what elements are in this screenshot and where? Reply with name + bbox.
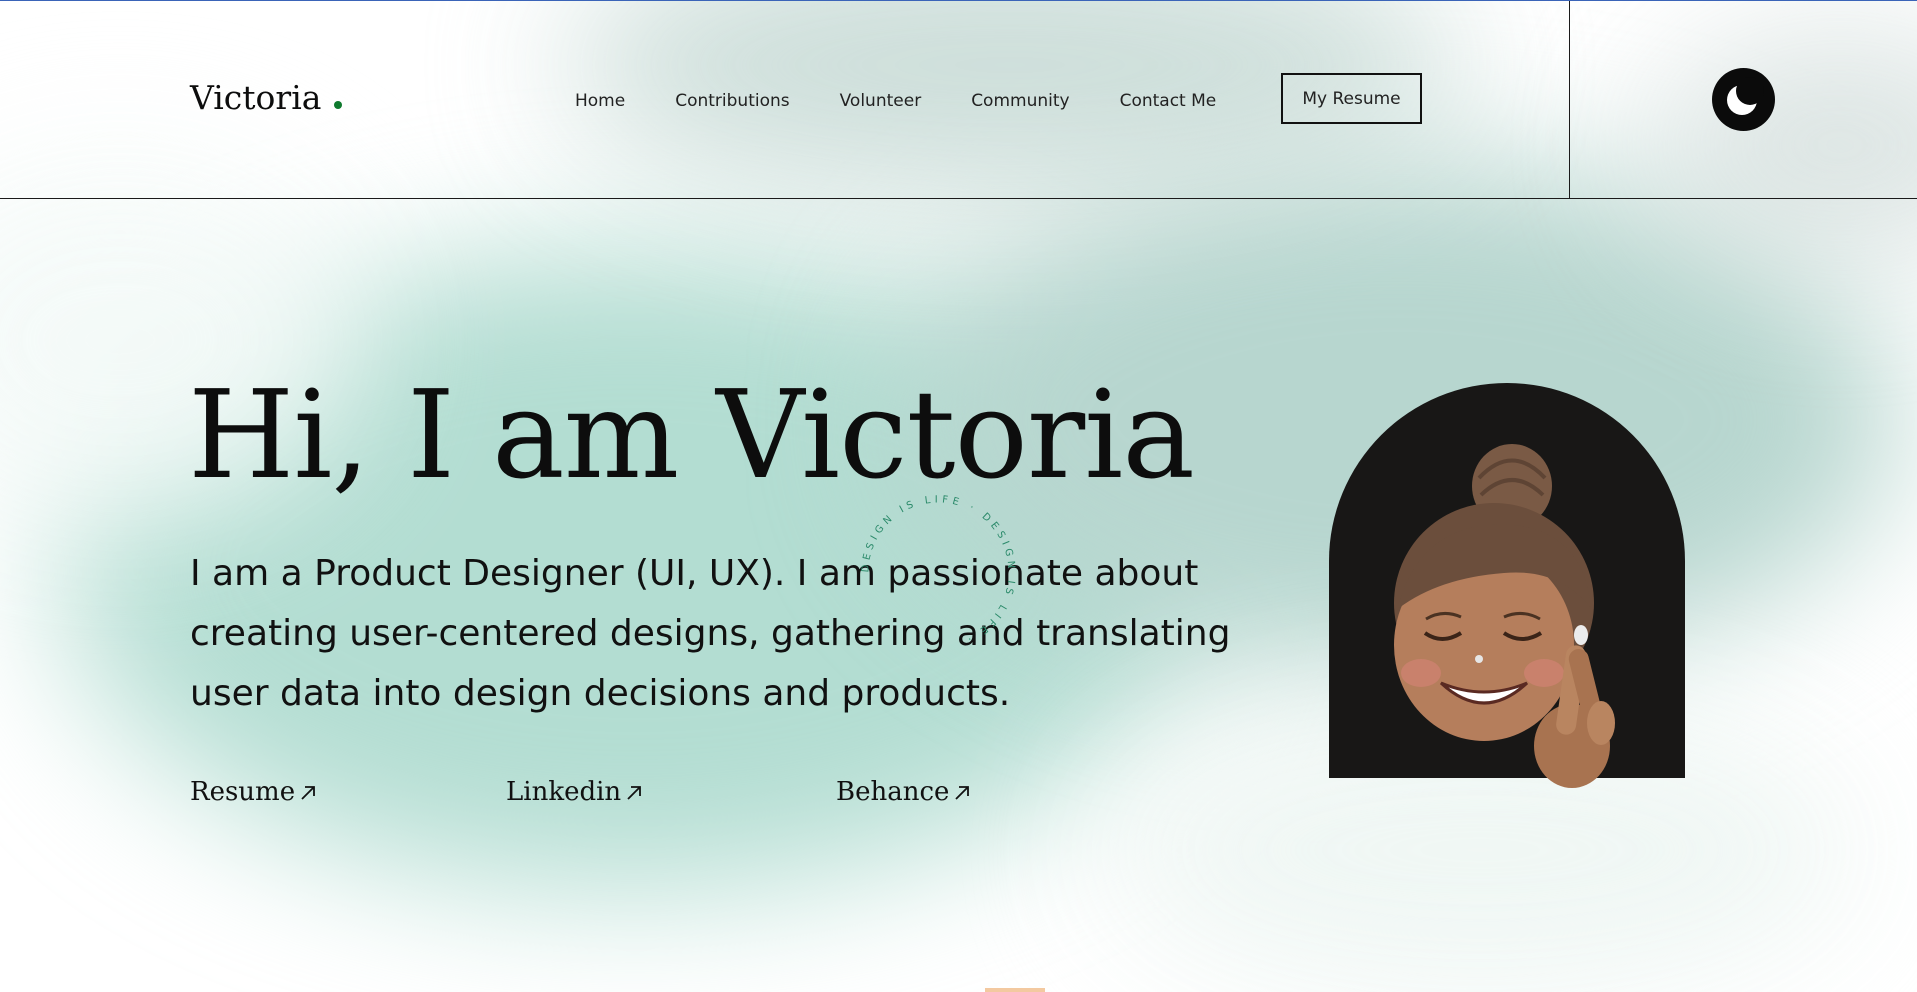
site-logo[interactable]: Victoria [190,76,321,120]
arrow-up-right-icon [955,786,970,800]
badge-text: DESIGN IS LIFE · DESIGN IS LIFE · [860,494,1012,645]
site-header: Victoria Home Contributions Volunteer Co… [0,0,1917,199]
behance-link-label: Behance [836,777,950,807]
linkedin-link-label: Linkedin [506,777,622,807]
nav-community[interactable]: Community [971,91,1069,111]
resume-link-label: Resume [190,777,296,807]
main-nav: Home Contributions Volunteer Community C… [575,86,1266,116]
my-resume-button[interactable]: My Resume [1281,73,1422,124]
arrow-up-right-icon [627,786,642,800]
hero-description: I am a Product Designer (UI, UX). I am p… [190,553,1231,714]
svg-text:DESIGN IS LIFE · DESIGN IS LIF: DESIGN IS LIFE · DESIGN IS LIFE · [860,494,1016,645]
header-divider [1569,0,1570,198]
nav-contact-me[interactable]: Contact Me [1120,91,1217,111]
moon-icon [1727,77,1764,115]
profile-avatar [1329,383,1685,788]
logo-dot [334,101,342,109]
social-links: Resume Linkedin Behance [190,772,1090,812]
top-border [0,0,1917,1]
theme-toggle-button[interactable] [1712,68,1775,131]
design-is-life-badge: DESIGN IS LIFE · DESIGN IS LIFE · [860,494,1016,645]
bottom-accent-strip [985,988,1045,992]
linkedin-link[interactable]: Linkedin [506,772,643,812]
arrow-up-right-icon [301,786,315,800]
nav-home[interactable]: Home [575,91,625,111]
resume-link[interactable]: Resume [190,772,317,812]
nav-contributions[interactable]: Contributions [675,91,789,111]
nav-volunteer[interactable]: Volunteer [840,91,922,111]
hero-title: Hi, I am Victoria [188,364,1195,506]
behance-link[interactable]: Behance [836,772,971,812]
